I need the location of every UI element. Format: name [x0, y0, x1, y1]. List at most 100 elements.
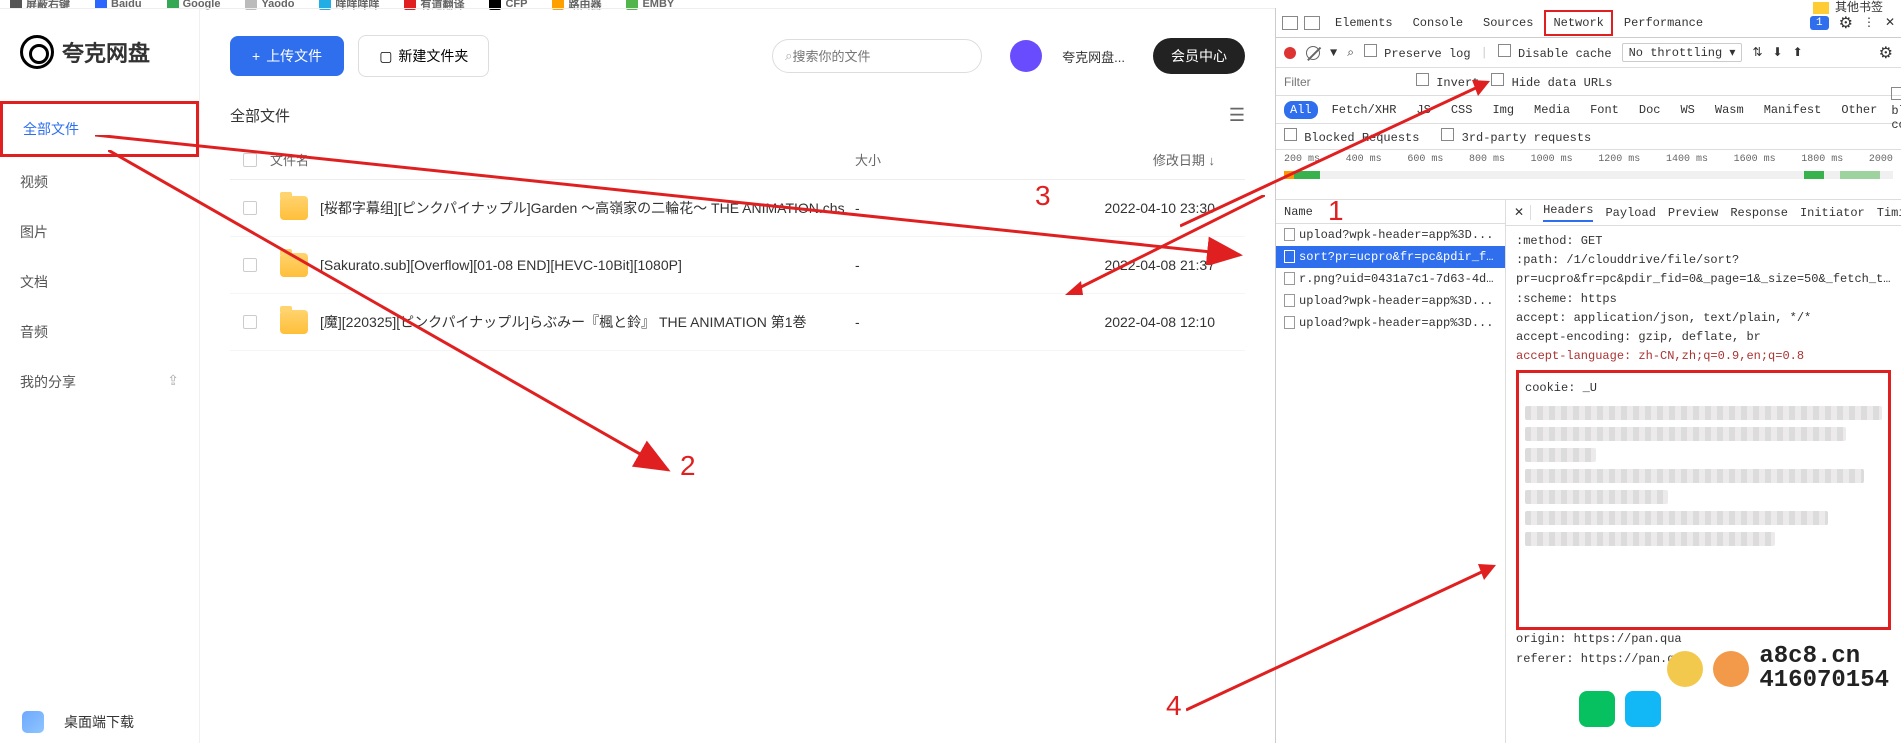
filter-media[interactable]: Media	[1528, 101, 1576, 119]
close-panel-icon[interactable]: ✕	[1514, 205, 1531, 220]
filter-other[interactable]: Other	[1835, 101, 1883, 119]
bookmark-item[interactable]: 路由器	[552, 0, 601, 8]
close-icon[interactable]: ✕	[1885, 15, 1895, 30]
issues-badge[interactable]: 1	[1810, 16, 1829, 30]
table-row[interactable]: [Sakurato.sub][Overflow][01-08 END][HEVC…	[230, 237, 1245, 294]
filter-input[interactable]	[1284, 75, 1404, 89]
third-party-checkbox[interactable]: 3rd-party requests	[1441, 128, 1591, 145]
tab-initiator[interactable]: Initiator	[1800, 206, 1865, 220]
network-settings-icon[interactable]: ⚙	[1879, 43, 1893, 63]
tab-sources[interactable]: Sources	[1474, 10, 1542, 36]
new-folder-button[interactable]: ▢新建文件夹	[358, 35, 489, 77]
device-icon[interactable]	[1304, 16, 1320, 30]
blocked-requests-checkbox[interactable]: Blocked Requests	[1284, 128, 1419, 145]
search-icon: ⌕	[785, 48, 792, 64]
table-row[interactable]: [魔][220325][ピンクパイナップル]らぶみー『楓と鈴』 THE ANIM…	[230, 294, 1245, 351]
tab-payload[interactable]: Payload	[1605, 206, 1655, 220]
folder-icon: ▢	[379, 48, 392, 65]
col-size[interactable]: 大小	[855, 150, 1025, 169]
desktop-download[interactable]: 桌面端下载	[22, 711, 134, 733]
nav-all-files[interactable]: 全部文件	[0, 101, 199, 157]
list-view-icon[interactable]: ☰	[1229, 105, 1245, 126]
request-row[interactable]: r.png?uid=0431a7c1-7d63-4d...	[1276, 268, 1505, 290]
filter-fetch[interactable]: Fetch/XHR	[1326, 101, 1403, 119]
settings-icon[interactable]: ⚙	[1839, 13, 1853, 33]
tab-elements[interactable]: Elements	[1326, 10, 1402, 36]
download-icon[interactable]: ⬇	[1773, 45, 1783, 60]
tab-headers[interactable]: Headers	[1543, 203, 1593, 222]
nav-audio[interactable]: 音频	[0, 307, 199, 357]
filter-js[interactable]: JS	[1410, 101, 1436, 119]
search-box[interactable]: ⌕	[772, 39, 982, 73]
filter-font[interactable]: Font	[1584, 101, 1625, 119]
app-main: 夸克网盘 全部文件 视频 图片 文档 音频 我的分享⇪ 桌面端下载 +上传文件 …	[0, 8, 1275, 743]
search-icon[interactable]: ⌕	[1347, 46, 1354, 60]
select-all-checkbox[interactable]	[243, 153, 257, 167]
preserve-log-checkbox[interactable]: Preserve log	[1364, 44, 1471, 61]
upload-button[interactable]: +上传文件	[230, 36, 344, 76]
table-row[interactable]: [桜都字幕组][ピンクパイナップル]Garden ～高嶺家の二輪花～ THE A…	[230, 180, 1245, 237]
bookmark-item[interactable]: Baidu	[95, 0, 142, 8]
clear-icon[interactable]	[1306, 46, 1320, 60]
wifi-icon[interactable]: ⇅	[1752, 45, 1762, 60]
logo: 夸克网盘	[0, 35, 199, 69]
tab-response[interactable]: Response	[1730, 206, 1788, 220]
row-checkbox[interactable]	[243, 315, 257, 329]
filter-img[interactable]: Img	[1486, 101, 1520, 119]
upload-icon[interactable]: ⬆	[1793, 45, 1803, 60]
request-row[interactable]: sort?pr=ucpro&fr=pc&pdir_fi...	[1276, 246, 1505, 268]
request-row[interactable]: upload?wpk-header=app%3D...	[1276, 224, 1505, 246]
content: +上传文件 ▢新建文件夹 ⌕ 夸克网盘... 会员中心 全部文件 ☰ 文件名 大…	[200, 9, 1275, 743]
filter-ws[interactable]: WS	[1674, 101, 1700, 119]
hide-data-urls-checkbox[interactable]: Hide data URLs	[1491, 73, 1612, 90]
tab-network[interactable]: Network	[1544, 10, 1612, 36]
tab-timing[interactable]: Timing	[1877, 206, 1901, 220]
request-list: Name upload?wpk-header=app%3D... sort?pr…	[1276, 200, 1506, 743]
bookmark-item[interactable]: 咩咩咩咩	[319, 0, 379, 8]
vip-button[interactable]: 会员中心	[1153, 38, 1245, 74]
nav-share[interactable]: 我的分享⇪	[0, 357, 199, 407]
more-icon[interactable]: ⋮	[1863, 15, 1875, 30]
filter-css[interactable]: CSS	[1445, 101, 1479, 119]
col-date[interactable]: 修改日期 ↓	[1025, 150, 1245, 169]
filter-doc[interactable]: Doc	[1633, 101, 1667, 119]
bookmark-item[interactable]: 有道翻译	[404, 0, 464, 8]
bookmark-item[interactable]: Google	[167, 0, 221, 8]
nav-video[interactable]: 视频	[0, 157, 199, 207]
tab-preview[interactable]: Preview	[1668, 206, 1718, 220]
download-icon	[22, 711, 44, 733]
nav-image[interactable]: 图片	[0, 207, 199, 257]
filter-manifest[interactable]: Manifest	[1758, 101, 1828, 119]
bookmark-item[interactable]: 屏蔽右键	[10, 0, 70, 8]
throttle-select[interactable]: No throttling ▾	[1622, 43, 1743, 62]
chat-icons	[1579, 691, 1661, 727]
disable-cache-checkbox[interactable]: Disable cache	[1498, 44, 1612, 61]
avatar[interactable]	[1010, 40, 1042, 72]
name-column-header[interactable]: Name	[1276, 200, 1505, 224]
tab-performance[interactable]: Performance	[1615, 10, 1712, 36]
record-icon[interactable]	[1284, 47, 1296, 59]
request-row[interactable]: upload?wpk-header=app%3D...	[1276, 312, 1505, 334]
bookmark-item[interactable]: CFP	[489, 0, 527, 8]
filter-wasm[interactable]: Wasm	[1709, 101, 1750, 119]
annotation-2: 2	[680, 450, 696, 482]
plus-icon: +	[252, 48, 260, 64]
header-line: :path: /1/clouddrive/file/sort?pr=ucpro&…	[1516, 251, 1891, 289]
filter-toggle-icon[interactable]: ▼	[1330, 46, 1337, 60]
filter-all[interactable]: All	[1284, 101, 1318, 119]
bookmark-item[interactable]: Yaodo	[245, 0, 294, 8]
inspect-icon[interactable]	[1282, 16, 1298, 30]
search-input[interactable]	[792, 49, 969, 64]
row-checkbox[interactable]	[243, 258, 257, 272]
col-name[interactable]: 文件名	[270, 150, 855, 169]
invert-checkbox[interactable]: Invert	[1416, 73, 1479, 90]
wm-icon	[1713, 651, 1749, 687]
row-checkbox[interactable]	[243, 201, 257, 215]
request-row[interactable]: upload?wpk-header=app%3D...	[1276, 290, 1505, 312]
devtools: Elements Console Sources Network Perform…	[1275, 8, 1901, 743]
tab-console[interactable]: Console	[1404, 10, 1472, 36]
nav-doc[interactable]: 文档	[0, 257, 199, 307]
timeline[interactable]: 200 ms400 ms600 ms800 ms1000 ms1200 ms14…	[1276, 150, 1901, 200]
toolbar: +上传文件 ▢新建文件夹 ⌕ 夸克网盘... 会员中心	[230, 35, 1245, 77]
bookmark-item[interactable]: EMBY	[626, 0, 674, 8]
